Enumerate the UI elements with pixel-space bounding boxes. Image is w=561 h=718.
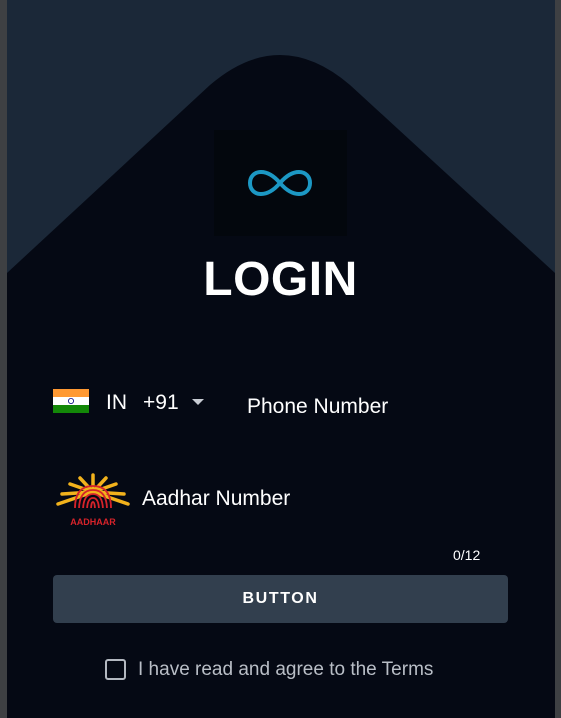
aadhaar-logo-icon: AADHAAR — [56, 473, 130, 527]
terms-label[interactable]: I have read and agree to the Terms — [138, 659, 433, 681]
submit-button[interactable]: BUTTON — [53, 575, 508, 623]
phone-number-input[interactable] — [247, 392, 517, 422]
app-logo — [214, 130, 347, 236]
chevron-down-icon[interactable] — [192, 399, 204, 405]
terms-checkbox[interactable] — [105, 659, 126, 680]
aadhar-number-input[interactable] — [142, 484, 472, 514]
india-flag-icon — [53, 389, 89, 413]
aadhaar-logo-text: AADHAAR — [70, 517, 116, 527]
page-title: LOGIN — [203, 253, 358, 306]
dial-code[interactable]: +91 — [143, 391, 179, 415]
infinity-icon — [247, 169, 313, 197]
character-counter: 0/12 — [453, 547, 481, 563]
country-code[interactable]: IN — [106, 391, 127, 415]
